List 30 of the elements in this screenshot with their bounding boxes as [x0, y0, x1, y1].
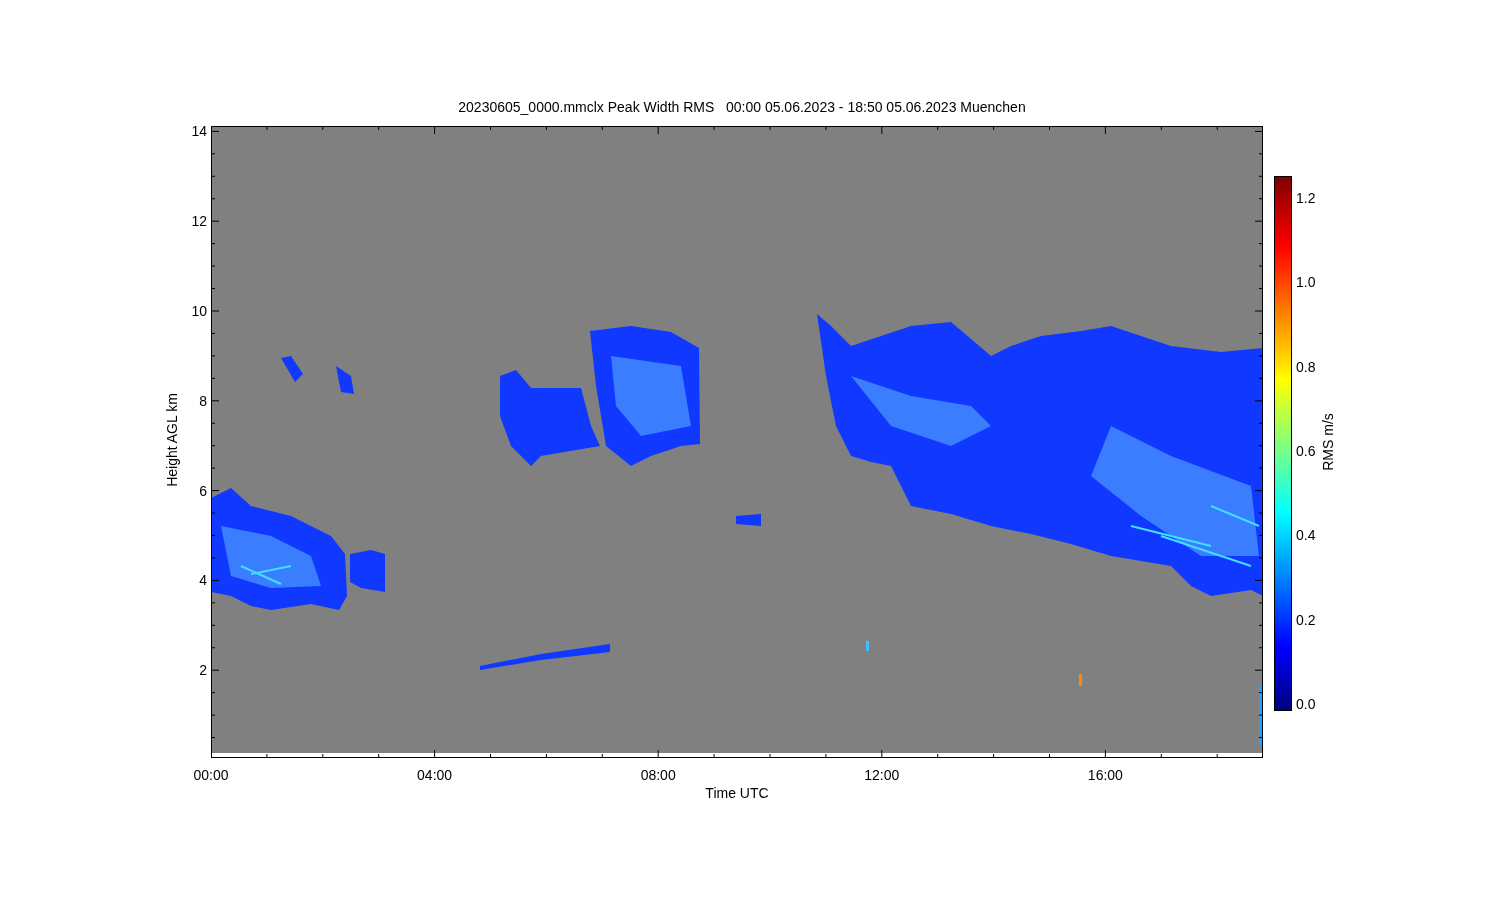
y-tick-label: 8 [199, 391, 207, 410]
radar-echo-drawing [1259, 686, 1263, 746]
colorbar-tick-label: 0.8 [1296, 357, 1316, 376]
y-tick-label: 6 [199, 481, 207, 500]
colorbar-tick-label: 0.6 [1296, 441, 1316, 460]
x-tick-label: 08:00 [639, 766, 677, 784]
y-tick-label: 14 [191, 122, 207, 141]
radar-echo-drawing [336, 366, 354, 394]
y-tick-label: 2 [199, 661, 207, 680]
colorbar-tick-label: 0.0 [1296, 695, 1316, 713]
chart-title: 20230605_0000.mmclx Peak Width RMS 00:00 05.06.2023 - 18:50 05.06.2023 Muenchen [457, 98, 1027, 117]
x-tick-label: 04:00 [416, 766, 454, 784]
radar-echo-drawing [281, 356, 303, 382]
radar-echo-drawing [1079, 674, 1082, 686]
colorbar-tick-label: 0.2 [1296, 610, 1316, 629]
x-tick-label: 12:00 [863, 766, 901, 784]
radar-echo-drawing [866, 641, 869, 651]
colorbar-tick-label: 1.2 [1296, 188, 1316, 207]
x-tick-label: 16:00 [1086, 766, 1124, 784]
x-tick-label: 00:00 [192, 766, 230, 784]
y-axis-label: Height AGL km [163, 392, 181, 489]
y-tick-label: 10 [191, 302, 207, 320]
y-tick-label: 4 [199, 571, 207, 590]
colorbar-tick-label: 1.0 [1296, 273, 1316, 292]
colorbar-tick-label: 0.4 [1296, 526, 1316, 545]
x-axis-label: Time UTC [705, 784, 769, 802]
colorbar-label: RMS m/s [1319, 412, 1337, 473]
radar-echo-drawing [350, 550, 385, 592]
y-tick-label: 12 [191, 212, 207, 231]
radar-echo-drawing [736, 514, 761, 526]
